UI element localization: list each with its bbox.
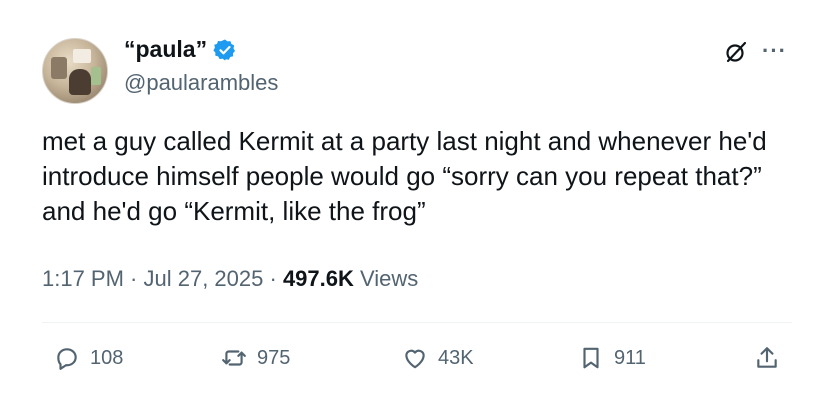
avatar[interactable] [42,38,108,104]
repost-count: 975 [257,346,291,369]
author-name-row: “paula” [124,36,237,63]
share-icon [757,347,777,368]
like-icon [405,349,425,369]
more-icon[interactable]: ··· [762,38,787,64]
avatar-detail [51,57,67,79]
avatar-detail [69,69,91,95]
tweet-text: met a guy called Kermit at a party last … [42,126,767,226]
reply-count: 108 [90,346,124,369]
repost-button[interactable]: 975 [221,345,290,371]
verified-badge-icon [213,39,236,60]
grok-icon[interactable] [724,40,748,64]
tweet-meta: 1:17 PM · Jul 27, 2025 · 497.6K Views [42,266,418,292]
tweet-time[interactable]: 1:17 PM [42,266,124,291]
avatar-detail [91,67,101,85]
views-count: 497.6K [282,266,354,291]
author-handle[interactable]: @paularambles [124,70,278,96]
like-count: 43K [438,346,474,369]
meta-separator: · [123,266,144,291]
reply-button[interactable]: 108 [54,345,123,371]
avatar-detail [73,49,91,63]
tweet-date[interactable]: Jul 27, 2025 [144,266,264,291]
meta-separator: · [263,266,283,291]
bookmark-icon [583,347,599,369]
views-label: Views [353,266,419,291]
share-button[interactable] [754,345,780,371]
reply-icon [57,348,77,370]
bookmark-count: 911 [614,346,646,369]
tweet-card: “paula” @paularambles ··· met a guy call… [0,0,838,400]
author-display-name[interactable]: “paula” [124,36,207,63]
divider [42,322,792,323]
like-button[interactable]: 43K [402,345,474,371]
bookmark-button[interactable]: 911 [578,345,646,371]
repost-icon [222,350,246,366]
